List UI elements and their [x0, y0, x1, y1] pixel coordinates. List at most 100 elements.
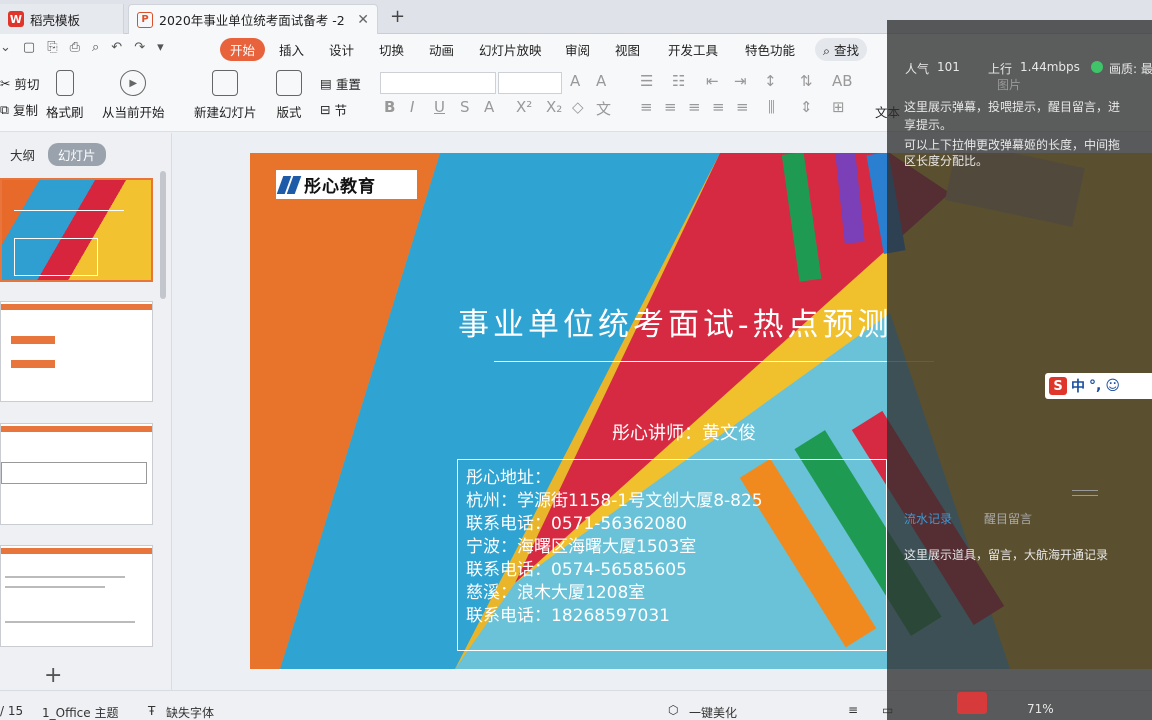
- align-left-icon[interactable]: ≡: [640, 98, 653, 116]
- beautify-button[interactable]: 一键美化: [689, 704, 737, 720]
- tab-document[interactable]: P 2020年事业单位统考面试备考 -2 ✕: [128, 4, 378, 34]
- danmaku-hint: 可以上下拉伸更改弹幕姬的长度，中间拖: [904, 138, 1121, 152]
- section-label: 节: [334, 103, 347, 118]
- menu-special[interactable]: 特色功能: [745, 40, 795, 59]
- menu-insert[interactable]: 插入: [279, 40, 304, 59]
- section-button[interactable]: ⊟ 节: [320, 100, 347, 119]
- outline-tab[interactable]: 大纲: [10, 145, 35, 164]
- reset-button[interactable]: ▤ 重置: [320, 74, 361, 93]
- outdent-icon[interactable]: ⇤: [706, 72, 719, 90]
- more-icon[interactable]: ▾: [157, 40, 164, 55]
- slide-thumbnail-4[interactable]: [0, 545, 153, 647]
- distributed-icon[interactable]: ≡: [736, 98, 749, 116]
- menu-design[interactable]: 设计: [329, 40, 354, 59]
- numbered-list-icon[interactable]: ☷: [672, 72, 685, 90]
- new-slide-label: 新建幻灯片: [194, 105, 257, 120]
- new-tab-button[interactable]: +: [390, 6, 405, 27]
- close-tab-icon[interactable]: ✕: [357, 12, 369, 28]
- line-spacing-icon[interactable]: ↕: [764, 72, 777, 90]
- slides-tab[interactable]: 幻灯片: [48, 143, 106, 166]
- tab-super-chat[interactable]: 醒目留言: [984, 510, 1032, 527]
- quality-label[interactable]: 画质: 最: [1109, 60, 1152, 77]
- align-text-icon[interactable]: ⇕: [800, 98, 813, 116]
- columns-icon[interactable]: ⫼: [768, 98, 775, 116]
- slide-thumbnail-3[interactable]: [0, 423, 153, 525]
- export-icon[interactable]: ⎘: [47, 40, 57, 55]
- thumb-header-bar: [1, 304, 152, 310]
- slide-title[interactable]: 事业单位统考面试-热点预测: [458, 299, 892, 344]
- subscript-icon[interactable]: X₂: [546, 98, 562, 116]
- align-center-icon[interactable]: ≡: [664, 98, 677, 116]
- font-color-icon[interactable]: A: [484, 98, 494, 116]
- clear-format-icon[interactable]: ◇: [572, 98, 584, 116]
- font-family-dropdown[interactable]: [380, 72, 496, 94]
- add-slide-button[interactable]: +: [44, 663, 62, 688]
- underline-icon[interactable]: U: [434, 98, 445, 116]
- redo-icon[interactable]: ↷: [134, 40, 145, 55]
- align-right-icon[interactable]: ≡: [688, 98, 701, 116]
- save-icon[interactable]: ▢: [23, 40, 35, 55]
- justify-icon[interactable]: ≡: [712, 98, 725, 116]
- sogou-icon: S: [1049, 377, 1067, 395]
- slide-thumbnail-1[interactable]: [0, 178, 153, 282]
- layout-label: 版式: [276, 105, 302, 120]
- menu-animation[interactable]: 动画: [429, 40, 454, 59]
- print-icon[interactable]: ⎙: [70, 40, 80, 55]
- indent-icon[interactable]: ⇥: [734, 72, 747, 90]
- popularity-label: 人气: [905, 62, 930, 76]
- format-painter-button[interactable]: 格式刷: [46, 70, 84, 121]
- missing-font-button[interactable]: 缺失字体: [166, 704, 214, 720]
- text-direction-icon[interactable]: ⇅: [800, 72, 813, 90]
- upload-value: 1.44mbps: [1020, 60, 1080, 74]
- ime-language[interactable]: 中: [1071, 376, 1085, 396]
- copy-icon: ⧉: [0, 101, 9, 117]
- thumb-item-bar: [11, 360, 55, 368]
- tab-flow-record[interactable]: 流水记录: [904, 510, 952, 527]
- slide-thumbnail-2[interactable]: [0, 301, 153, 402]
- layout-button[interactable]: 版式: [276, 70, 302, 121]
- strikethrough-icon[interactable]: S: [460, 98, 470, 116]
- panel-scrollbar[interactable]: [160, 171, 166, 299]
- slideshow-play-button[interactable]: [957, 692, 987, 714]
- zoom-value[interactable]: 71%: [1027, 702, 1054, 716]
- font-decrease-icon[interactable]: A: [596, 72, 606, 90]
- punctuation-icon[interactable]: °,: [1089, 378, 1101, 394]
- slide-panel: 大纲 幻灯片 +: [0, 133, 172, 690]
- italic-icon[interactable]: I: [410, 98, 414, 116]
- menu-slideshow[interactable]: 幻灯片放映: [479, 40, 542, 59]
- presentation-icon: P: [137, 11, 153, 28]
- menu-view[interactable]: 视图: [615, 40, 640, 59]
- smart-art-icon[interactable]: ⊞: [832, 98, 845, 116]
- copy-button[interactable]: ⧉ 复制: [0, 100, 38, 119]
- resize-handle[interactable]: [1072, 490, 1098, 496]
- font-size-dropdown[interactable]: [498, 72, 562, 94]
- play-from-current-button[interactable]: ▶ 从当前开始: [102, 70, 165, 121]
- text-box-icon[interactable]: AB: [832, 72, 853, 90]
- bullet-list-icon[interactable]: ☰: [640, 72, 653, 90]
- bold-icon[interactable]: B: [384, 98, 395, 116]
- phonetic-icon[interactable]: 文: [596, 98, 611, 119]
- theme-name[interactable]: 1_Office 主题: [42, 704, 118, 720]
- address-text-box[interactable]: 彤心地址： 杭州：学源街1158-1号文创大厦8-825 联系电话：0571-5…: [457, 459, 887, 651]
- undo-icon[interactable]: ↶: [111, 40, 122, 55]
- search-button[interactable]: ⌕ 查找: [815, 38, 867, 61]
- menu-home[interactable]: 开始: [220, 38, 266, 61]
- preview-icon[interactable]: ⌕: [92, 40, 99, 55]
- menu-transition[interactable]: 切换: [379, 40, 404, 59]
- lecturer-text[interactable]: 彤心讲师：黄文俊: [612, 419, 756, 445]
- tab-daoke-template[interactable]: W 稻壳模板: [0, 4, 124, 34]
- notes-icon[interactable]: ≡: [848, 703, 858, 717]
- menu-review[interactable]: 审阅: [565, 40, 590, 59]
- danmaku-hint: 这里展示弹幕，投喂提示，醒目留言，进: [904, 100, 1121, 114]
- thumb-text-line: [5, 576, 125, 578]
- emoji-icon[interactable]: ☺: [1105, 378, 1120, 394]
- new-slide-button[interactable]: 新建幻灯片: [194, 70, 257, 121]
- superscript-icon[interactable]: X²: [516, 98, 532, 116]
- font-increase-icon[interactable]: A: [570, 72, 580, 90]
- menu-developer[interactable]: 开发工具: [668, 40, 718, 59]
- cut-button[interactable]: ✂ 剪切: [0, 74, 40, 93]
- chevron-down-icon[interactable]: ⌄: [0, 40, 11, 55]
- ime-toolbar[interactable]: S 中 °, ☺: [1045, 373, 1152, 399]
- address-line: 宁波：海曙区海曙大厦1503室: [466, 537, 697, 557]
- play-label: 从当前开始: [102, 105, 165, 120]
